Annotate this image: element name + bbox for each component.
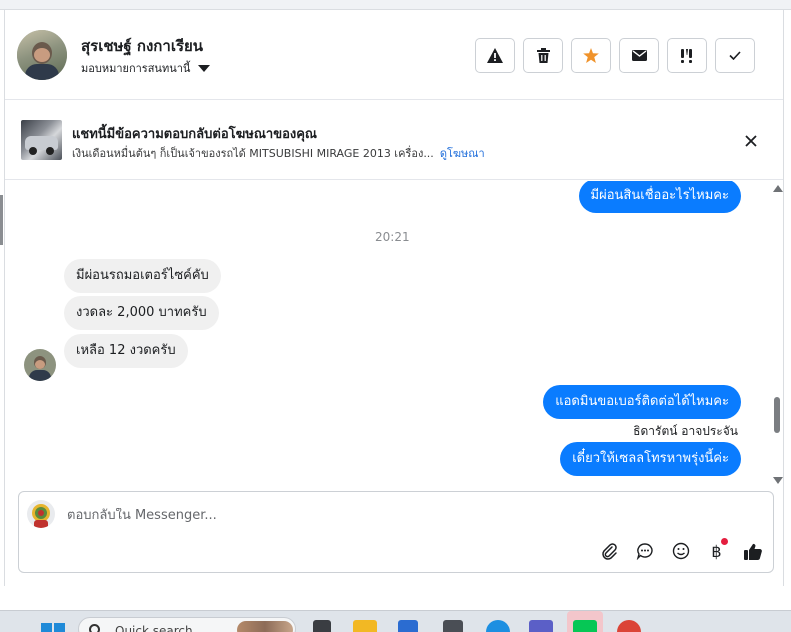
close-icon[interactable] — [743, 133, 759, 149]
envelope-icon — [631, 50, 647, 61]
edge-browser-icon[interactable] — [486, 620, 510, 632]
payment-button[interactable]: ฿ — [704, 538, 729, 562]
window-edge-indicator — [0, 195, 3, 245]
notification-dot — [721, 538, 728, 545]
ad-banner-description: เงินเดือนหมื่นต้นๆ ก็เป็นเจ้าของรถได้ MI… — [72, 144, 485, 162]
contact-avatar[interactable] — [17, 30, 67, 80]
message-timestamp: 20:21 — [375, 230, 410, 244]
thread-scrollbar[interactable] — [771, 181, 783, 491]
star-button[interactable] — [571, 38, 611, 73]
search-highlight-image — [237, 621, 293, 632]
follow-up-button[interactable] — [667, 38, 707, 73]
paperclip-icon — [601, 543, 617, 560]
scroll-thumb[interactable] — [774, 397, 780, 433]
conversation-header: สุรเชษฐ์ กงกาเรียน มอบหมายการสนทนานี้ — [5, 10, 783, 100]
assign-conversation-dropdown[interactable]: มอบหมายการสนทนานี้ — [81, 59, 211, 77]
like-button[interactable] — [740, 540, 765, 562]
contact-avatar-small[interactable] — [24, 349, 56, 381]
scroll-down-arrow-icon[interactable] — [773, 477, 783, 484]
scroll-up-arrow-icon[interactable] — [773, 185, 783, 192]
message-bubble-outgoing[interactable]: เดี๋ยวให้เซลลโทรหาพรุ่งนี้ค่ะ — [560, 442, 741, 476]
flag-exclamation-icon — [681, 48, 692, 63]
attach-button[interactable] — [596, 540, 621, 562]
ad-thumbnail[interactable] — [21, 120, 62, 160]
ad-reply-banner: แชทนี้มีข้อความตอบกลับต่อโฆษณาของคุณ เงิ… — [5, 101, 783, 180]
message-bubble-incoming[interactable]: งวดละ 2,000 บาทครับ — [64, 296, 219, 330]
contact-name[interactable]: สุรเชษฐ์ กงกาเรียน — [81, 34, 203, 58]
app-window: สุรเชษฐ์ กงกาเรียน มอบหมายการสนทนานี้ แช… — [0, 0, 791, 632]
delete-button[interactable] — [523, 38, 563, 73]
task-view-icon[interactable] — [313, 620, 331, 632]
message-bubble-outgoing[interactable]: มีผ่อนสินเชื่ออะไรไหมคะ — [578, 181, 741, 213]
composer-tools: ฿ — [596, 538, 765, 562]
file-explorer-icon[interactable] — [353, 620, 377, 632]
line-app-icon[interactable] — [573, 620, 597, 632]
checkmark-icon — [729, 51, 741, 60]
os-taskbar: Quick search — [0, 610, 791, 632]
chevron-down-icon — [198, 64, 211, 72]
message-bubble-incoming[interactable]: เหลือ 12 งวดครับ — [64, 334, 188, 368]
message-bubble-incoming[interactable]: มีผ่อนรถมอเตอร์ไซค์คับ — [64, 259, 221, 293]
star-icon — [583, 48, 599, 63]
chat-bubble-icon — [636, 543, 653, 560]
smiley-icon — [672, 542, 689, 560]
taskbar-search[interactable]: Quick search — [78, 617, 296, 632]
saved-replies-button[interactable] — [632, 540, 657, 562]
thumbs-up-icon — [743, 543, 762, 560]
assign-label: มอบหมายการสนทนานี้ — [81, 62, 191, 75]
windows-start-icon[interactable] — [41, 623, 65, 632]
reply-composer: ฿ — [18, 491, 774, 573]
message-bubble-outgoing[interactable]: แอดมินขอเบอร์ติดต่อได้ไหมคะ — [543, 385, 741, 419]
reply-input[interactable] — [67, 508, 667, 523]
page-avatar — [27, 500, 55, 528]
spam-button[interactable] — [475, 38, 515, 73]
ad-description-text: เงินเดือนหมื่นต้นๆ ก็เป็นเจ้าของรถได้ MI… — [72, 147, 434, 160]
sender-name: ธิดารัตน์ อาจประจัน — [633, 424, 738, 438]
view-ad-link[interactable]: ดูโฆษณา — [440, 147, 485, 160]
mark-done-button[interactable] — [715, 38, 755, 73]
message-thread[interactable]: มีผ่อนสินเชื่ออะไรไหมคะ 20:21 มีผ่อนรถมอ… — [5, 181, 783, 491]
trash-icon — [536, 48, 550, 63]
conversation-panel: สุรเชษฐ์ กงกาเรียน มอบหมายการสนทนานี้ แช… — [4, 10, 784, 586]
chrome-browser-icon[interactable] — [617, 620, 641, 632]
taskbar-search-text: Quick search — [115, 624, 193, 632]
search-icon — [89, 624, 100, 632]
header-actions — [475, 38, 755, 73]
ad-banner-title: แชทนี้มีข้อความตอบกลับต่อโฆษณาของคุณ — [72, 127, 317, 142]
emoji-button[interactable] — [668, 540, 693, 562]
mark-unread-button[interactable] — [619, 38, 659, 73]
notepad-icon[interactable] — [398, 620, 418, 632]
calculator-icon[interactable] — [443, 620, 463, 632]
warning-icon — [487, 48, 503, 63]
teams-icon[interactable] — [529, 620, 553, 632]
baht-icon: ฿ — [711, 541, 722, 561]
top-strip — [0, 0, 791, 10]
